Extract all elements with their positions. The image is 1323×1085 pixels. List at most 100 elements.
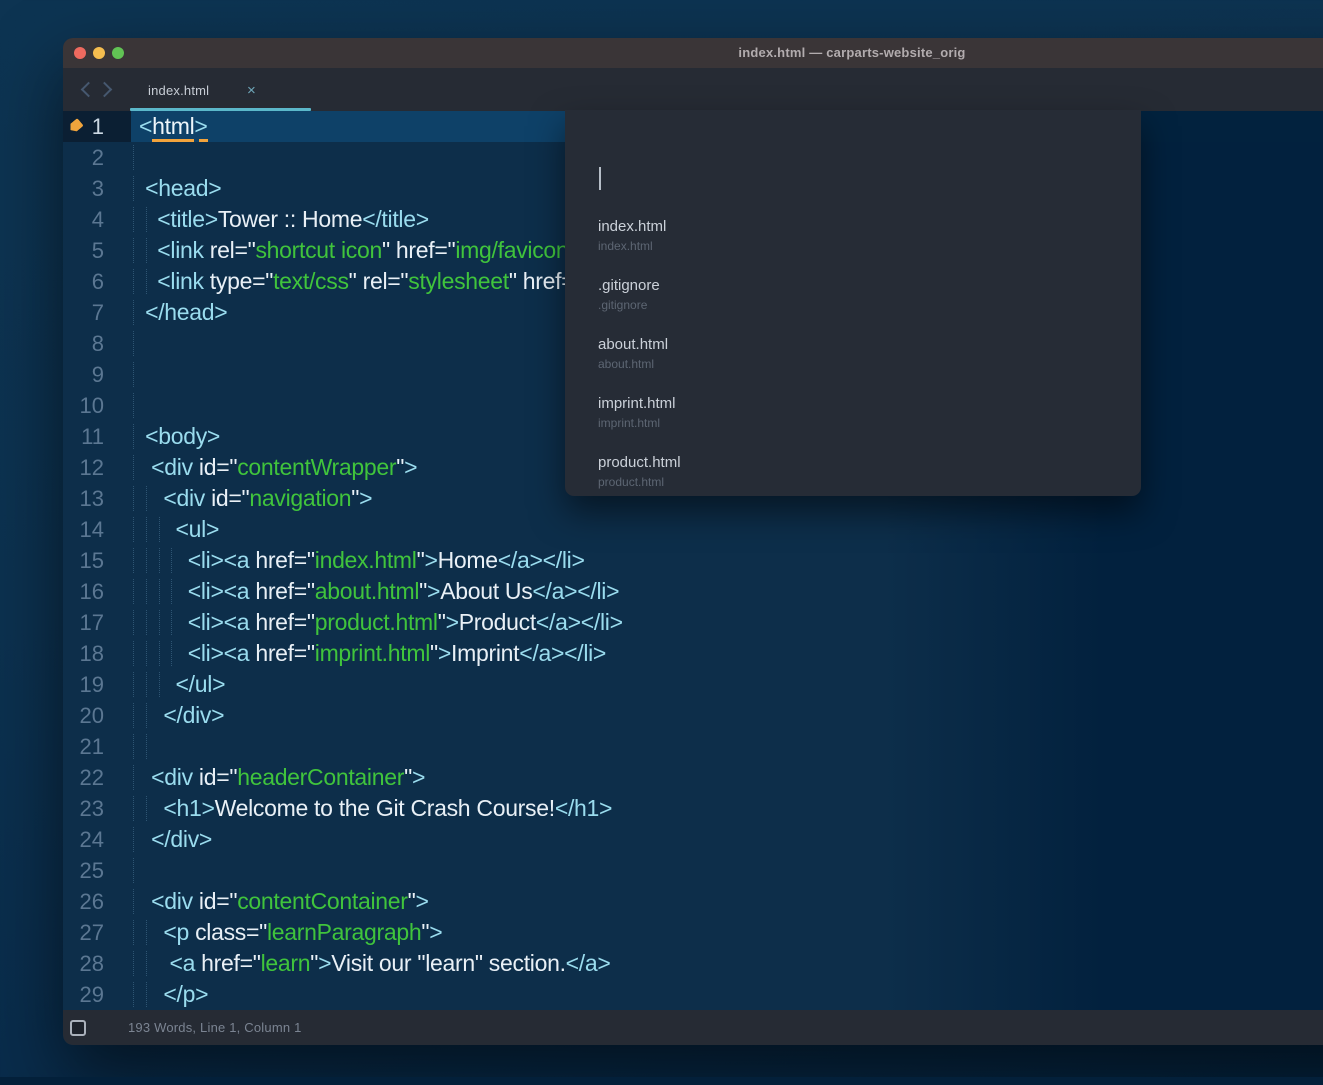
indent-guide xyxy=(171,610,172,635)
code-token: <link xyxy=(139,237,204,263)
code-token: " xyxy=(351,485,359,511)
indent-guide xyxy=(133,672,134,697)
back-icon[interactable] xyxy=(81,82,97,98)
code-token: " href=" xyxy=(382,237,455,263)
code-line[interactable]: 29 </p> xyxy=(63,979,1323,1010)
code-token: Home xyxy=(438,547,498,573)
code-line[interactable]: 25 xyxy=(63,855,1323,886)
code-line[interactable]: 24 </div> xyxy=(63,824,1323,855)
code-line-text[interactable]: </div> xyxy=(131,824,1323,855)
code-line-text[interactable]: <li><a href="imprint.html">Imprint</a></… xyxy=(131,638,1323,669)
code-line[interactable]: 23 <h1>Welcome to the Git Crash Course!<… xyxy=(63,793,1323,824)
code-line-text[interactable]: <li><a href="index.html">Home</a></li> xyxy=(131,545,1323,576)
code-line[interactable]: 28 <a href="learn">Visit our "learn" sec… xyxy=(63,948,1323,979)
code-line[interactable]: 15 <li><a href="index.html">Home</a></li… xyxy=(63,545,1323,576)
code-line[interactable]: 19 </ul> xyxy=(63,669,1323,700)
quick-open-item[interactable]: index.htmlindex.html xyxy=(598,218,666,254)
quick-open-item[interactable]: product.htmlproduct.html xyxy=(598,454,681,490)
quick-open-item[interactable]: about.htmlabout.html xyxy=(598,336,668,372)
code-token: </a> xyxy=(566,950,611,976)
forward-icon[interactable] xyxy=(97,82,113,98)
code-token: < xyxy=(139,113,152,139)
indent-guide xyxy=(133,362,134,387)
code-token: Imprint xyxy=(451,640,519,666)
code-token: > xyxy=(429,919,442,945)
indent-guide xyxy=(133,176,134,201)
code-token: </div> xyxy=(139,702,224,728)
line-number: 6 xyxy=(63,266,131,297)
code-token: </head> xyxy=(139,299,227,325)
code-line[interactable]: 26 <div id="contentContainer"> xyxy=(63,886,1323,917)
code-line[interactable]: 17 <li><a href="product.html">Product</a… xyxy=(63,607,1323,638)
quick-open-item[interactable]: .gitignore.gitignore xyxy=(598,277,660,313)
code-line-text[interactable]: <li><a href="product.html">Product</a></… xyxy=(131,607,1323,638)
code-line-text[interactable]: <li><a href="about.html">About Us</a></l… xyxy=(131,576,1323,607)
code-token: </title> xyxy=(362,206,429,232)
code-line[interactable]: 18 <li><a href="imprint.html">Imprint</a… xyxy=(63,638,1323,669)
code-token: <div xyxy=(139,764,193,790)
indent-guide xyxy=(171,548,172,573)
code-token: html xyxy=(152,113,194,142)
indent-guide xyxy=(133,517,134,542)
code-line-text[interactable]: <h1>Welcome to the Git Crash Course!</h1… xyxy=(131,793,1323,824)
code-line-text[interactable] xyxy=(131,731,1323,762)
code-line[interactable]: 16 <li><a href="about.html">About Us</a>… xyxy=(63,576,1323,607)
code-line-text[interactable]: </ul> xyxy=(131,669,1323,700)
code-token: learnParagraph xyxy=(267,919,421,945)
indent-guide xyxy=(146,486,147,511)
quick-open-panel: index.htmlindex.html .gitignore.gitignore… xyxy=(565,110,1141,496)
tab-index-html[interactable]: index.html × xyxy=(130,68,311,111)
indent-guide xyxy=(146,610,147,635)
code-line[interactable]: 21 xyxy=(63,731,1323,762)
line-number: 9 xyxy=(63,359,131,390)
code-token: </p> xyxy=(139,981,208,1007)
code-line-text[interactable]: <p class="learnParagraph"> xyxy=(131,917,1323,948)
macro-record-icon[interactable] xyxy=(70,1020,86,1036)
indent-guide xyxy=(146,207,147,232)
indent-guide xyxy=(133,207,134,232)
line-number: 22 xyxy=(63,762,131,793)
code-line[interactable]: 22 <div id="headerContainer"> xyxy=(63,762,1323,793)
tab-close-icon[interactable]: × xyxy=(247,68,256,111)
code-token: > xyxy=(194,113,207,139)
code-line-text[interactable]: </p> xyxy=(131,979,1323,1010)
code-line-text[interactable]: </div> xyxy=(131,700,1323,731)
indent-guide xyxy=(133,610,134,635)
indent-guide xyxy=(146,238,147,263)
indent-guide xyxy=(146,982,147,1007)
code-line-text[interactable]: <ul> xyxy=(131,514,1323,545)
code-token: Tower :: Home xyxy=(218,206,362,232)
indent-guide xyxy=(133,982,134,1007)
indent-guide xyxy=(133,548,134,573)
code-token: <h1> xyxy=(139,795,215,821)
quick-open-item-path: product.html xyxy=(598,475,681,490)
code-line-text[interactable] xyxy=(131,855,1323,886)
code-token: shortcut icon xyxy=(255,237,382,263)
code-line-text[interactable]: <div id="headerContainer"> xyxy=(131,762,1323,793)
code-line[interactable]: 27 <p class="learnParagraph"> xyxy=(63,917,1323,948)
code-token: <li><a xyxy=(139,547,249,573)
code-line-text[interactable]: <div id="contentContainer"> xyxy=(131,886,1323,917)
indent-guide xyxy=(171,579,172,604)
code-token: id=" xyxy=(193,454,237,480)
code-token: <title> xyxy=(139,206,218,232)
title-bar[interactable]: index.html — carparts-website_orig xyxy=(63,38,1323,68)
quick-open-item[interactable]: imprint.htmlimprint.html xyxy=(598,395,676,431)
code-token: > xyxy=(446,609,459,635)
code-line-text[interactable]: <a href="learn">Visit our "learn" sectio… xyxy=(131,948,1323,979)
quick-open-item-name: index.html xyxy=(598,218,666,236)
code-token: " xyxy=(438,609,446,635)
line-number: 17 xyxy=(63,607,131,638)
code-token: </ul> xyxy=(139,671,225,697)
line-number: 5 xyxy=(63,235,131,266)
code-line[interactable]: 20 </div> xyxy=(63,700,1323,731)
indent-guide xyxy=(133,734,134,759)
indent-guide xyxy=(146,796,147,821)
code-token: About Us xyxy=(440,578,532,604)
code-line[interactable]: 14 <ul> xyxy=(63,514,1323,545)
editor-window: 1<html>23 <head>4 <title>Tower :: Home</… xyxy=(63,38,1323,1045)
indent-guide xyxy=(133,424,134,449)
code-token: > xyxy=(318,950,331,976)
code-token: <a xyxy=(139,950,195,976)
indent-guide xyxy=(146,517,147,542)
